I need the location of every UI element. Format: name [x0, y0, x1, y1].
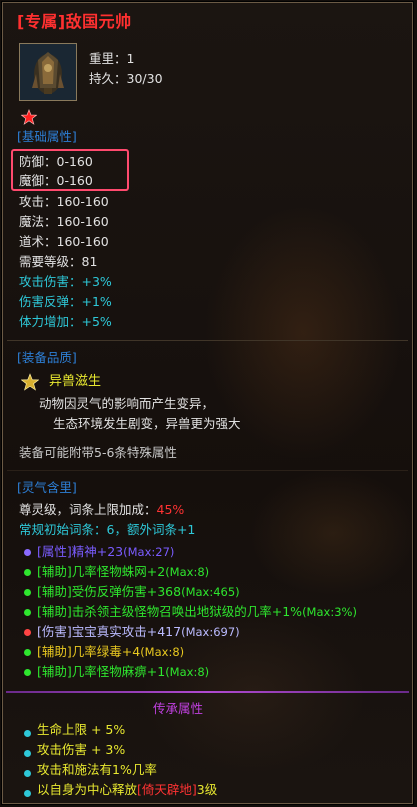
- affix-max: (Max:8): [165, 665, 210, 679]
- affix-row: [辅助]几率怪物蛛网+2(Max:8): [37, 563, 209, 581]
- divider: [7, 470, 408, 471]
- quality-header: [装备品质]: [17, 350, 77, 365]
- bullet-icon: [24, 589, 31, 596]
- inherit-hp: 生命上限 + 5%: [37, 722, 126, 737]
- affix-row: [属性]精神+23(Max:27): [37, 543, 174, 561]
- inherit-proc-chance: 攻击和施法有1%几率: [37, 762, 157, 777]
- bullet-icon: [24, 669, 31, 676]
- affix-row: [辅助]击杀领主级怪物召唤出地狱级的几率+1%(Max:3%): [37, 603, 357, 621]
- attr-defense: 防御：0-160: [19, 154, 93, 169]
- spirit-header: [灵气含里]: [17, 480, 77, 495]
- bullet-icon: [24, 730, 31, 737]
- affix-max: (Max:697): [181, 625, 240, 639]
- item-durability: 持久：30/30: [89, 71, 163, 86]
- attr-required-level: 需要等级：81: [19, 254, 98, 269]
- affix-row: [辅助]几率绿毒+4(Max:8): [37, 643, 184, 661]
- affix-text: [辅助]受伤反弹伤害+368: [37, 584, 182, 599]
- affix-max: (Max:8): [165, 565, 210, 579]
- affix-row: [辅助]几率怪物麻痹+1(Max:8): [37, 663, 209, 681]
- attr-attack: 攻击：160-160: [19, 194, 109, 209]
- inherit-skill-prefix: 以自身为中心释放: [37, 782, 138, 797]
- bullet-icon: [24, 750, 31, 757]
- affix-text: [属性]精神+23: [37, 544, 124, 559]
- affix-text: [辅助]几率怪物蛛网+2: [37, 564, 166, 579]
- bonus-damage-reflect: 伤害反弹：+1%: [19, 294, 112, 309]
- inherit-divider: [6, 691, 409, 693]
- affix-text: [辅助]几率怪物麻痹+1: [37, 664, 166, 679]
- bullet-icon: [24, 629, 31, 636]
- divider: [7, 340, 408, 341]
- item-weight: 重里：1: [89, 51, 135, 66]
- quality-note: 装备可能附带5-6条特殊属性: [19, 445, 177, 460]
- attr-magic: 魔法：160-160: [19, 214, 109, 229]
- spirit-level-line: 尊灵级，词条上限加成：45%: [19, 501, 184, 519]
- affix-row: [伤害]宝宝真实攻击+417(Max:697): [37, 623, 240, 641]
- quality-desc-line2: 生态环境发生剧变，异兽更为强大: [53, 416, 241, 431]
- affix-text: [辅助]击杀领主级怪物召唤出地狱级的几率+1%: [37, 604, 303, 619]
- spirit-affix-count: 常规初始词条：6，额外词条+1: [19, 522, 196, 537]
- item-tooltip: [专属]敌国元帅 重里：1 持久：30/30 [基础属性] 防御：0-160 魔…: [1, 1, 414, 805]
- affix-max: (Max:27): [123, 545, 175, 559]
- equipment-icon: [19, 43, 77, 101]
- quality-name: 异兽滋生: [49, 374, 102, 389]
- quality-desc-line1: 动物因灵气的影响而产生变异，: [39, 396, 215, 411]
- spirit-level-text: 尊灵级，词条上限加成：: [19, 502, 157, 517]
- affix-text: [伤害]宝宝真实攻击+417: [37, 624, 182, 639]
- bullet-icon: [24, 549, 31, 556]
- attr-magic-defense: 魔御：0-160: [19, 173, 93, 188]
- affix-row: [辅助]受伤反弹伤害+368(Max:465): [37, 583, 240, 601]
- gold-star-icon: [20, 373, 40, 391]
- affix-max: (Max:3%): [302, 605, 357, 619]
- inherit-header: 传承属性: [153, 701, 204, 716]
- bullet-icon: [24, 649, 31, 656]
- affix-text: [辅助]几率绿毒+4: [37, 644, 141, 659]
- bullet-icon: [24, 770, 31, 777]
- spirit-bonus-value: 45%: [156, 502, 185, 517]
- bonus-hp-increase: 体力增加：+5%: [19, 314, 112, 329]
- bullet-icon: [24, 569, 31, 576]
- inherit-attack: 攻击伤害 + 3%: [37, 742, 126, 757]
- inherit-skill-line: 以自身为中心释放[倚天辟地]3级: [37, 781, 217, 799]
- bonus-attack-damage: 攻击伤害：+3%: [19, 274, 112, 289]
- bullet-icon: [24, 609, 31, 616]
- inherit-skill-name: [倚天辟地]: [137, 782, 197, 797]
- attr-taoism: 道术：160-160: [19, 234, 109, 249]
- red-star-icon: [20, 109, 38, 125]
- affix-max: (Max:465): [181, 585, 240, 599]
- inherit-skill-level: 3级: [196, 782, 218, 797]
- item-title: [专属]敌国元帅: [17, 12, 132, 31]
- bullet-icon: [24, 790, 31, 797]
- affix-max: (Max:8): [140, 645, 185, 659]
- basic-attr-header: [基础属性]: [17, 129, 77, 144]
